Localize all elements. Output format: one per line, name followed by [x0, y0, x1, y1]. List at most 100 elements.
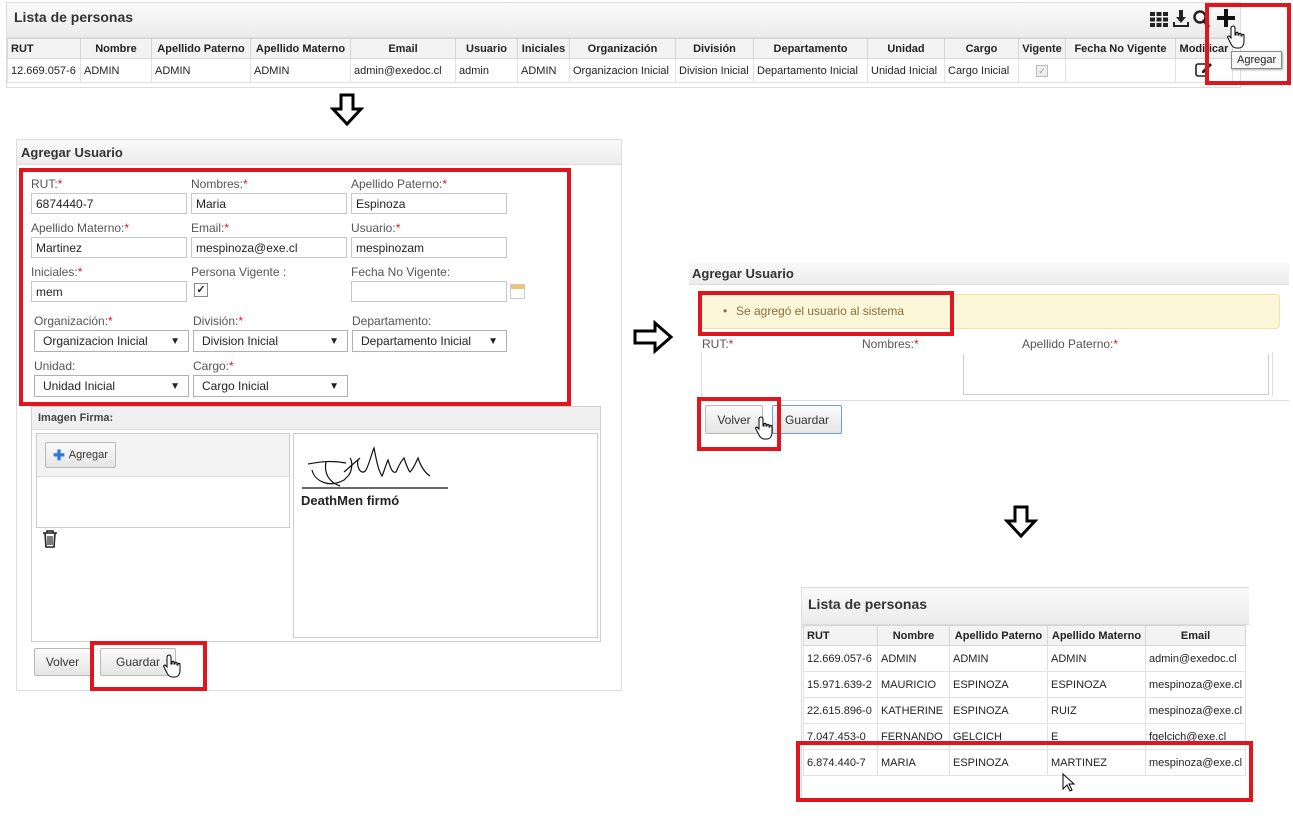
top-list-panel: Lista de personas RUT Nombre Apellido Pa… — [6, 2, 1241, 88]
chevron-down-icon: ▼ — [488, 335, 498, 347]
chevron-down-icon: ▼ — [329, 335, 339, 347]
cell: mespinoza@exe.cl — [1144, 671, 1247, 698]
email-label: Email:* — [191, 221, 230, 235]
iniciales-input[interactable]: mem — [31, 281, 187, 302]
cell: KATHERINE — [877, 697, 950, 724]
columns-icon[interactable] — [1149, 10, 1169, 28]
search-icon[interactable] — [1193, 9, 1211, 29]
nombres-label: Nombres:* — [191, 177, 248, 191]
calendar-icon[interactable] — [510, 284, 525, 299]
column-header[interactable]: Departamento — [753, 38, 868, 59]
down-arrow-icon — [330, 93, 364, 127]
fecha-no-vigente-input[interactable] — [351, 281, 507, 302]
column-header[interactable]: Nombre — [80, 38, 152, 59]
result-header: Lista de personas — [802, 588, 1249, 625]
vigente-checkbox: ✓ — [1036, 64, 1048, 77]
form-title: Agregar Usuario — [21, 145, 123, 160]
column-header[interactable]: Email — [1144, 625, 1247, 646]
right-arrow-icon — [633, 320, 674, 354]
plus-icon: ✚ — [53, 446, 65, 463]
table-row[interactable]: 7.047.453-0 FERNANDO GELCICH Efgelcich@exe.… — [803, 723, 1247, 750]
column-header[interactable]: Usuario — [455, 38, 518, 59]
cell: ESPINOZA — [949, 749, 1048, 776]
chevron-down-icon: ▼ — [170, 335, 180, 347]
signature-image — [302, 446, 448, 489]
email-input[interactable]: mespinoza@exe.cl — [191, 237, 347, 258]
cell: ADMIN — [877, 645, 950, 672]
download-icon[interactable] — [1172, 9, 1190, 29]
column-header[interactable]: Apellido Materno — [250, 38, 351, 59]
firma-panel: Imagen Firma: ✚ Agregar DeathMen firmó — [31, 406, 601, 642]
agregar-firma-button[interactable]: ✚ Agregar — [45, 442, 116, 468]
column-header[interactable]: Iniciales — [517, 38, 570, 59]
cell: 15.971.639-2 — [803, 671, 878, 698]
apellido-paterno-input[interactable]: Espinoza — [351, 193, 507, 214]
persona-vigente-checkbox[interactable]: ✓ — [194, 283, 208, 297]
table-row[interactable]: 15.971.639-2 MAURICIO ESPINOZA ESPINOZA mesp… — [803, 671, 1247, 698]
trash-icon[interactable] — [41, 529, 59, 549]
organizacion-label: Organización:* — [34, 314, 113, 328]
form-header: Agregar Usuario — [17, 140, 621, 165]
unidad-label: Unidad: — [34, 359, 76, 373]
cell: FERNANDO — [877, 723, 950, 750]
column-header[interactable]: Cargo — [944, 38, 1019, 59]
result-list-panel: Lista de personas RUT Nombre Apellido Pa… — [801, 587, 1249, 799]
column-header[interactable]: Modificar — [1175, 38, 1233, 59]
usuario-input[interactable]: mespinozam — [351, 237, 507, 258]
hand-cursor-icon — [755, 416, 773, 440]
column-header[interactable]: Nombre — [877, 625, 950, 646]
cell-rut: 12.669.057-6 — [7, 58, 81, 83]
column-header[interactable]: Apellido Paterno — [151, 38, 251, 59]
top-list-table: RUT Nombre Apellido Paterno Apellido Mat… — [7, 38, 1233, 83]
cell-departamento: Departamento Inicial — [753, 58, 868, 83]
column-header[interactable]: Vigente — [1018, 38, 1066, 59]
edit-icon[interactable] — [1195, 61, 1213, 77]
rut-input[interactable]: 6874440-7 — [31, 193, 187, 214]
column-header[interactable]: Email — [350, 38, 456, 59]
volver-button[interactable]: Volver — [34, 648, 91, 676]
column-header[interactable]: Unidad — [867, 38, 945, 59]
cell: RUIZ — [1047, 697, 1146, 724]
cell: GELCICH — [949, 723, 1048, 750]
table-row[interactable]: 12.669.057-6 ADMIN ADMIN ADMIN admin@exedoc.… — [803, 645, 1247, 672]
hand-cursor-icon — [1227, 25, 1245, 49]
firma-title: Imagen Firma: — [38, 412, 114, 424]
column-header[interactable]: Organización — [569, 38, 676, 59]
apellido-paterno-label: Apellido Paterno:* — [1022, 337, 1119, 351]
nombres-label: Nombres:* — [862, 337, 919, 351]
success-header: Agregar Usuario — [689, 262, 1289, 285]
persona-vigente-label: Persona Vigente : — [191, 265, 287, 279]
top-list-title: Lista de personas — [14, 9, 134, 25]
success-message: Se agregó el usuario al sistema — [736, 304, 905, 318]
column-header[interactable]: Apellido Paterno — [949, 625, 1048, 646]
cell-unidad: Unidad Inicial — [867, 58, 945, 83]
guardar-button[interactable]: Guardar — [772, 405, 842, 434]
firma-upload-box: ✚ Agregar — [36, 433, 290, 528]
organizacion-select[interactable]: Organizacion Inicial ▼ — [34, 330, 189, 352]
nombres-input[interactable]: Maria — [191, 193, 347, 214]
unidad-select[interactable]: Unidad Inicial ▼ — [34, 375, 189, 397]
departamento-label: Departamento: — [352, 314, 432, 328]
apellido-materno-input[interactable]: Martinez — [31, 237, 187, 258]
column-header[interactable]: Fecha No Vigente — [1065, 38, 1176, 59]
result-table: RUT Nombre Apellido Paterno Apellido Mat… — [803, 625, 1247, 776]
table-row[interactable]: 22.615.896-0 KATHERINE ESPINOZA RUIZ mespino… — [803, 697, 1247, 724]
cargo-label: Cargo:* — [193, 359, 234, 373]
cell-vigente: ✓ — [1018, 58, 1066, 83]
cell-apellido-materno: ADMIN — [250, 58, 351, 83]
firma-area-partial — [963, 354, 1269, 395]
column-header[interactable]: División — [675, 38, 754, 59]
column-header[interactable]: RUT — [7, 38, 81, 59]
table-row[interactable]: 12.669.057-6 ADMIN ADMIN ADMIN admin@exe… — [7, 58, 1233, 83]
table-row[interactable]: 6.874.440-7 MARIA ESPINOZA MARTINEZ mespinoz… — [803, 749, 1247, 776]
cargo-select[interactable]: Cargo Inicial ▼ — [193, 375, 348, 397]
separator-line — [701, 400, 1289, 401]
cell: 12.669.057-6 — [803, 645, 878, 672]
column-header[interactable]: Apellido Materno — [1047, 625, 1146, 646]
cell: MAURICIO — [877, 671, 950, 698]
departamento-select[interactable]: Departamento Inicial ▼ — [352, 330, 507, 352]
division-select[interactable]: Division Inicial ▼ — [193, 330, 348, 352]
cell: 7.047.453-0 — [803, 723, 878, 750]
column-header[interactable]: RUT — [803, 625, 878, 646]
cell-email: admin@exedoc.cl — [350, 58, 456, 83]
